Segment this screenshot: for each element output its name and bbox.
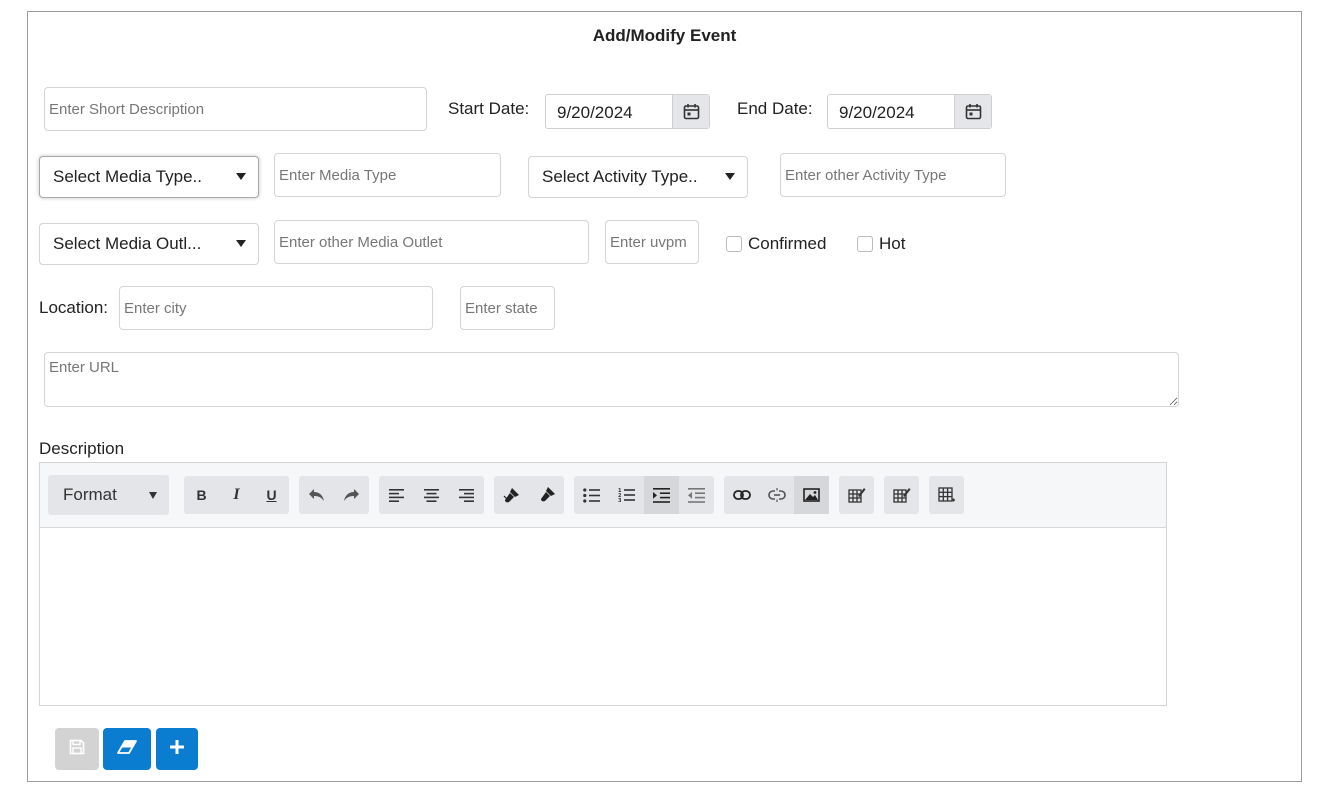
insert-group xyxy=(724,476,829,514)
eraser-icon xyxy=(117,739,137,759)
media-type-select-value: Select Media Type.. xyxy=(53,167,202,186)
state-input[interactable] xyxy=(460,286,555,330)
chevron-down-icon xyxy=(236,240,246,247)
format-dropdown[interactable]: Format xyxy=(48,475,169,515)
form-title: Add/Modify Event xyxy=(592,26,737,45)
chevron-down-icon xyxy=(236,173,246,180)
redo-icon[interactable] xyxy=(334,476,369,514)
link-icon[interactable] xyxy=(724,476,759,514)
media-type-input[interactable] xyxy=(274,153,501,197)
url-textarea[interactable] xyxy=(44,352,1179,407)
edit-cell-icon[interactable] xyxy=(884,476,919,514)
start-date-value[interactable]: 9/20/2024 xyxy=(546,95,672,128)
indent-icon[interactable] xyxy=(644,476,679,514)
format-label: Format xyxy=(63,485,117,504)
underline-icon[interactable]: U xyxy=(254,476,289,514)
image-icon[interactable] xyxy=(794,476,829,514)
align-center-icon[interactable] xyxy=(414,476,449,514)
short-description-input[interactable] xyxy=(44,87,427,131)
align-left-icon[interactable] xyxy=(379,476,414,514)
bullet-list-icon[interactable] xyxy=(574,476,609,514)
start-date-label: Start Date: xyxy=(448,99,530,118)
clear-format-icon[interactable] xyxy=(529,476,564,514)
align-right-icon[interactable] xyxy=(449,476,484,514)
location-label: Location: xyxy=(39,298,108,317)
list-group: 123 xyxy=(574,476,714,514)
alignment-group xyxy=(379,476,484,514)
table-icon[interactable] xyxy=(929,476,964,514)
edit-table-icon[interactable] xyxy=(839,476,874,514)
confirmed-checkbox[interactable] xyxy=(726,236,742,252)
chevron-down-icon xyxy=(725,173,735,180)
end-date-picker[interactable]: 9/20/2024 xyxy=(827,94,992,129)
undo-icon[interactable] xyxy=(299,476,334,514)
plus-icon xyxy=(170,739,184,759)
activity-type-select[interactable]: Select Activity Type.. xyxy=(528,156,748,198)
clear-button[interactable] xyxy=(103,728,151,770)
table-edit-group xyxy=(839,476,874,514)
paint-brush-icon[interactable] xyxy=(494,476,529,514)
media-type-select[interactable]: Select Media Type.. xyxy=(39,156,259,198)
uvpm-input[interactable] xyxy=(605,220,699,264)
media-outlet-select[interactable]: Select Media Outl... xyxy=(39,223,259,265)
calendar-icon[interactable] xyxy=(672,95,709,128)
editor-toolbar: Format B I U 1 2 3 xyxy=(40,463,1166,528)
editor-content-area[interactable] xyxy=(40,527,1166,705)
unlink-icon[interactable] xyxy=(759,476,794,514)
media-outlet-select-value: Select Media Outl... xyxy=(53,234,202,253)
end-date-label: End Date: xyxy=(737,99,813,118)
activity-type-input[interactable] xyxy=(780,153,1006,197)
bold-icon[interactable]: B xyxy=(184,476,219,514)
hot-label[interactable]: Hot xyxy=(879,234,905,254)
save-icon xyxy=(69,739,85,760)
history-group xyxy=(299,476,369,514)
formatting-group xyxy=(494,476,564,514)
chevron-down-icon xyxy=(149,492,157,499)
text-style-group: B I U xyxy=(184,476,289,514)
svg-text:3: 3 xyxy=(618,498,622,503)
start-date-picker[interactable]: 9/20/2024 xyxy=(545,94,710,129)
description-label: Description xyxy=(39,439,125,458)
media-outlet-input[interactable] xyxy=(274,220,589,264)
outdent-icon[interactable] xyxy=(679,476,714,514)
save-button[interactable] xyxy=(55,728,99,770)
italic-icon[interactable]: I xyxy=(219,476,254,514)
numbered-list-icon[interactable]: 123 xyxy=(609,476,644,514)
hot-checkbox[interactable] xyxy=(857,236,873,252)
cell-edit-group xyxy=(884,476,919,514)
add-button[interactable] xyxy=(156,728,198,770)
calendar-icon[interactable] xyxy=(954,95,991,128)
city-input[interactable] xyxy=(119,286,433,330)
activity-type-select-value: Select Activity Type.. xyxy=(542,167,698,186)
table-group xyxy=(929,476,964,514)
end-date-value[interactable]: 9/20/2024 xyxy=(828,95,954,128)
rich-text-editor: Format B I U 1 2 3 xyxy=(39,462,1167,706)
confirmed-label[interactable]: Confirmed xyxy=(748,234,826,254)
